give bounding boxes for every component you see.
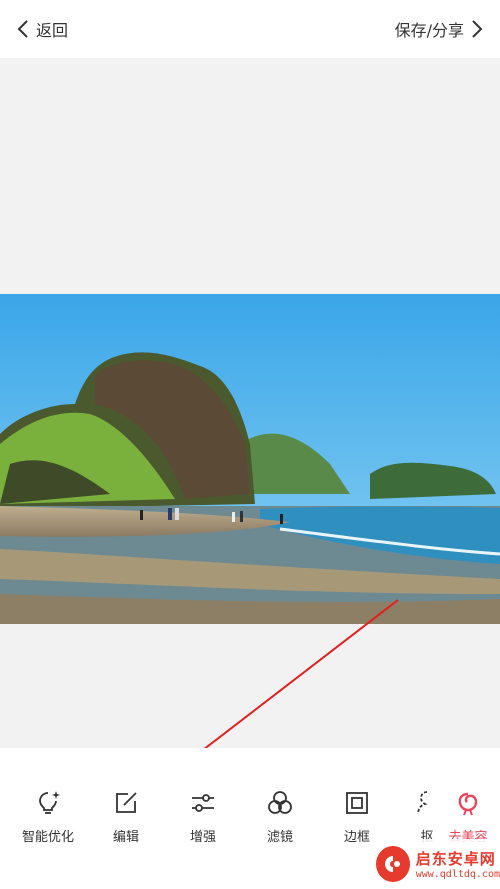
watermark-logo-icon	[376, 846, 410, 882]
bottom-toolbar: 智能优化 编辑 增强 滤镜 边框 抠 去美容 启东安卓网 www.qdltdq.…	[0, 748, 500, 889]
sliders-icon	[188, 788, 218, 818]
bulb-sparkle-icon	[33, 788, 63, 818]
beach-photo	[0, 294, 500, 624]
back-label: 返回	[36, 21, 69, 40]
tool-meiyan[interactable]: 去美容	[436, 788, 500, 845]
meiyan-icon	[453, 788, 483, 818]
save-share-button[interactable]: 保存/分享	[395, 16, 484, 42]
save-share-label: 保存/分享	[394, 21, 464, 40]
watermark-title: 启东安卓网	[415, 850, 496, 868]
edit-square-icon	[111, 788, 141, 818]
top-bar: 返回 保存/分享	[0, 0, 500, 58]
watermark-url: www.qdltdq.com	[415, 869, 500, 880]
tool-smart-optimize[interactable]: 智能优化	[9, 788, 87, 845]
tool-label: 编辑	[112, 830, 139, 845]
editing-canvas	[0, 58, 500, 748]
tool-filter[interactable]: 滤镜	[241, 788, 319, 845]
tool-label: 智能优化	[21, 830, 74, 845]
tool-label: 增强	[189, 830, 216, 845]
chevron-left-icon	[17, 20, 28, 38]
tool-label: 边框	[343, 830, 370, 845]
tool-frame[interactable]: 边框	[318, 788, 396, 845]
frame-icon	[342, 788, 372, 818]
site-watermark: 启东安卓网 www.qdltdq.com	[370, 839, 500, 889]
tool-label: 滤镜	[266, 830, 293, 845]
tool-edit[interactable]: 编辑	[87, 788, 165, 845]
chevron-right-icon	[472, 20, 483, 38]
back-button[interactable]: 返回	[16, 16, 68, 42]
filter-circles-icon	[265, 788, 295, 818]
tool-enhance[interactable]: 增强	[164, 788, 242, 845]
